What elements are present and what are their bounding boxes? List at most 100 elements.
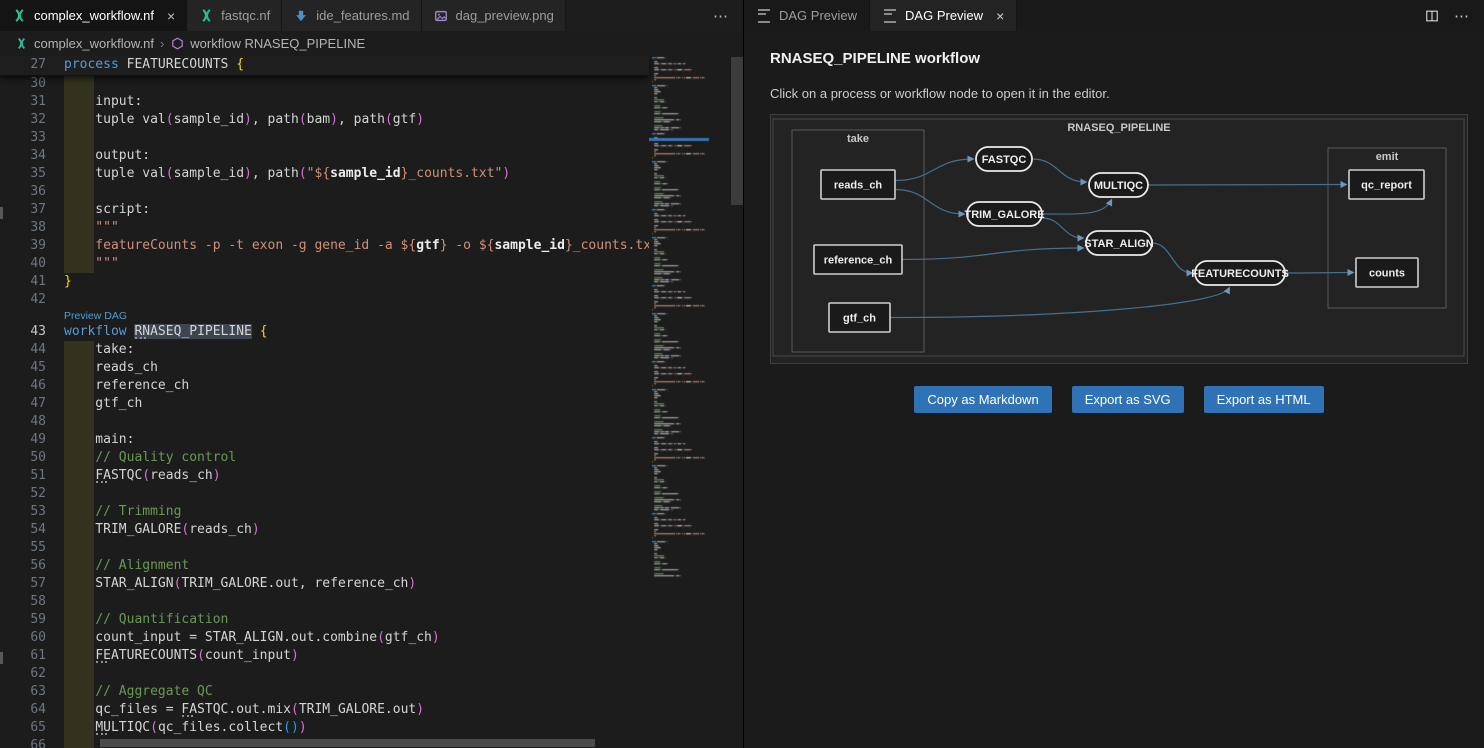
right-tabbar: DAG Preview DAG Preview × ⋯ xyxy=(744,0,1484,31)
edge-FEATURECOUNTS-to-counts xyxy=(1285,273,1353,274)
code-line: 53 // Trimming xyxy=(0,503,649,521)
code-line: 38 """ xyxy=(0,219,649,237)
codelens-preview-dag[interactable]: Preview DAG xyxy=(64,309,127,323)
tab-dag-preview-png[interactable]: dag_preview.png xyxy=(422,0,566,31)
tab-dag-preview-inactive[interactable]: DAG Preview xyxy=(744,0,870,31)
code-line: 54 TRIM_GALORE(reads_ch) xyxy=(0,521,649,539)
tab-label: complex_workflow.nf xyxy=(34,8,154,23)
dag-node-label-reference_ch: reference_ch xyxy=(824,255,893,267)
code-line: 57 STAR_ALIGN(TRIM_GALORE.out, reference… xyxy=(0,575,649,593)
tab-label: DAG Preview xyxy=(905,8,983,23)
code-line: 32 tuple val(sample_id), path(bam), path… xyxy=(0,111,649,129)
code-line: 45 reads_ch xyxy=(0,359,649,377)
export-as-html-button[interactable]: Export as HTML xyxy=(1204,386,1324,413)
code-line: 61 FEATURECOUNTS(count_input) xyxy=(0,647,649,665)
edge-FASTQC-to-MULTIQC xyxy=(1032,159,1086,182)
panel-title: RNASEQ_PIPELINE workflow xyxy=(770,50,1468,67)
tab-dag-preview-active[interactable]: DAG Preview × xyxy=(870,0,1017,31)
edge-reads_ch-to-FASTQC xyxy=(895,159,973,181)
code-line: 39 featureCounts -p -t exon -g gene_id -… xyxy=(0,237,649,255)
code-line: 51 FASTQC(reads_ch) xyxy=(0,467,649,485)
edge-reads_ch-to-TRIM_GALORE xyxy=(895,190,964,215)
tab-label: fastqc.nf xyxy=(221,8,270,23)
vscode-window: complex_workflow.nf × fastqc.nf ide_feat… xyxy=(0,0,1484,748)
code-line: 36 xyxy=(0,183,649,201)
edge-MULTIQC-to-qc_report xyxy=(1148,185,1346,186)
tab-label: dag_preview.png xyxy=(456,8,554,23)
code-line: 59 // Quantification xyxy=(0,611,649,629)
cluster-label-outer: RNASEQ_PIPELINE xyxy=(1067,122,1170,134)
code-line: 64 qc_files = FASTQC.out.mix(TRIM_GALORE… xyxy=(0,701,649,719)
dag-svg: RNASEQ_PIPELINEtakeemitreads_chreference… xyxy=(771,115,1467,363)
code-line: 49 main: xyxy=(0,431,649,449)
tab-fastqc-nf[interactable]: fastqc.nf xyxy=(187,0,282,31)
gutter-decoration xyxy=(0,207,3,219)
left-tabbar: complex_workflow.nf × fastqc.nf ide_feat… xyxy=(0,0,743,31)
code-line: 40 """ xyxy=(0,255,649,273)
tab-ide-features-md[interactable]: ide_features.md xyxy=(282,0,421,31)
nextflow-icon xyxy=(14,37,28,51)
code-lines: 3031 input:32 tuple val(sample_id), path… xyxy=(0,75,649,748)
code-line: 35 tuple val(sample_id), path("${sample_… xyxy=(0,165,649,183)
nextflow-icon xyxy=(198,8,214,24)
symbol-workflow-icon xyxy=(170,37,184,51)
code-line: 50 // Quality control xyxy=(0,449,649,467)
panel-subtitle: Click on a process or workflow node to o… xyxy=(770,86,1468,101)
code-line: 55 xyxy=(0,539,649,557)
export-buttons: Copy as Markdown Export as SVG Export as… xyxy=(770,386,1468,413)
code-line: 44 take: xyxy=(0,341,649,359)
code-line: 62 xyxy=(0,665,649,683)
tab-label: ide_features.md xyxy=(316,8,409,23)
code-line: 33 xyxy=(0,129,649,147)
cluster-label-emit: emit xyxy=(1376,151,1399,163)
cluster-label-take: take xyxy=(847,133,869,145)
code-line: 58 xyxy=(0,593,649,611)
nextflow-icon xyxy=(11,8,27,24)
breadcrumb-symbol[interactable]: workflow RNASEQ_PIPELINE xyxy=(190,36,365,51)
export-as-svg-button[interactable]: Export as SVG xyxy=(1072,386,1184,413)
code-line: 43workflow RNASEQ_PIPELINE { xyxy=(0,323,649,341)
dag-node-label-counts: counts xyxy=(1369,268,1405,280)
edge-TRIM_GALORE-to-MULTIQC xyxy=(1042,200,1111,214)
editor-group-right: DAG Preview DAG Preview × ⋯ RNASEQ_PIPEL… xyxy=(744,0,1484,748)
code-line: 31 input: xyxy=(0,93,649,111)
close-icon[interactable]: × xyxy=(996,8,1004,24)
copy-as-markdown-button[interactable]: Copy as Markdown xyxy=(914,386,1051,413)
split-editor-icon[interactable] xyxy=(1424,8,1440,24)
editor-group-left: complex_workflow.nf × fastqc.nf ide_feat… xyxy=(0,0,744,748)
sticky-scroll-line[interactable]: 27process FEATURECOUNTS { xyxy=(0,56,649,76)
image-icon xyxy=(433,8,449,24)
editor-actions: ⋯ xyxy=(1424,0,1484,31)
dag-preview-panel: RNASEQ_PIPELINE workflow Click on a proc… xyxy=(744,31,1484,748)
preview-icon xyxy=(756,8,772,24)
code-line: 65 MULTIQC(qc_files.collect()) xyxy=(0,719,649,737)
edge-reference_ch-to-STAR_ALIGN xyxy=(902,248,1083,260)
code-editor[interactable]: 3031 input:32 tuple val(sample_id), path… xyxy=(0,56,743,748)
dag-node-label-FEATURECOUNTS: FEATURECOUNTS xyxy=(1191,268,1289,280)
tab-complex-workflow-nf[interactable]: complex_workflow.nf × xyxy=(0,0,187,31)
more-actions-icon[interactable]: ⋯ xyxy=(1454,7,1470,25)
breadcrumb-separator: › xyxy=(160,36,164,51)
minimap[interactable] xyxy=(649,56,731,748)
code-line: 41} xyxy=(0,273,649,291)
preview-icon xyxy=(882,8,898,24)
breadcrumb: complex_workflow.nf › workflow RNASEQ_PI… xyxy=(0,31,743,56)
tab-overflow-ellipsis-icon[interactable]: ⋯ xyxy=(699,0,743,31)
code-line: 48 xyxy=(0,413,649,431)
dag-node-label-gtf_ch: gtf_ch xyxy=(843,313,876,325)
close-icon[interactable]: × xyxy=(167,9,175,23)
horizontal-scrollbar[interactable] xyxy=(100,739,595,747)
dag-node-label-STAR_ALIGN: STAR_ALIGN xyxy=(1084,238,1154,250)
markdown-icon xyxy=(293,8,309,24)
breadcrumb-file[interactable]: complex_workflow.nf xyxy=(34,36,154,51)
vertical-scrollbar[interactable] xyxy=(731,57,743,205)
code-line: 30 xyxy=(0,75,649,93)
code-line: 60 count_input = STAR_ALIGN.out.combine(… xyxy=(0,629,649,647)
code-line: 37 script: xyxy=(0,201,649,219)
code-line: 47 gtf_ch xyxy=(0,395,649,413)
dag-diagram: RNASEQ_PIPELINEtakeemitreads_chreference… xyxy=(770,114,1468,364)
code-line: 27process FEATURECOUNTS { xyxy=(0,56,649,74)
code-line: 46 reference_ch xyxy=(0,377,649,395)
code-line: 63 // Aggregate QC xyxy=(0,683,649,701)
dag-node-label-TRIM_GALORE: TRIM_GALORE xyxy=(964,209,1044,221)
